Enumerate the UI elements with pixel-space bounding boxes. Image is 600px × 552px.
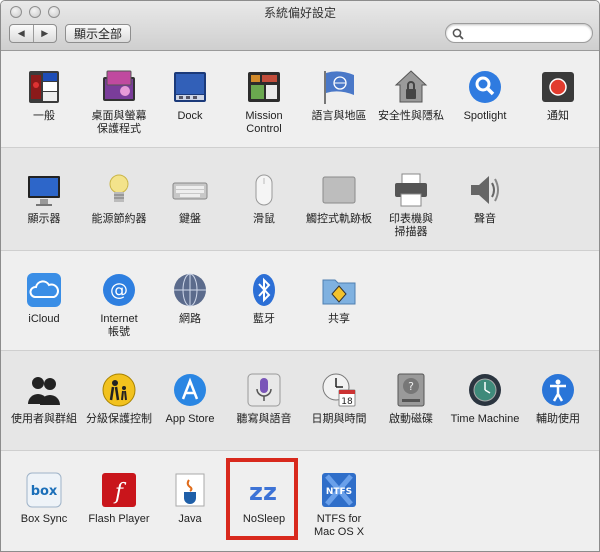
- pane-java[interactable]: Java: [152, 472, 228, 551]
- pane-startup-disk[interactable]: ? 啟動磁碟: [373, 372, 449, 462]
- security-privacy-icon: [394, 70, 428, 103]
- ntfs-icon: NTFS: [322, 473, 356, 507]
- hardware-section: 顯示器 能源節約器 鍵盤 滑鼠 觸控式軌跡板 印表機與 掃描器 聲音: [1, 148, 599, 251]
- nosleep-highlight-box: [226, 458, 298, 540]
- app-store-icon: [174, 374, 206, 406]
- box-logo-text: box: [31, 484, 58, 499]
- accessibility-icon: [542, 374, 574, 406]
- ntfs-logo-text: NTFS: [326, 487, 352, 497]
- back-forward-group: ◀ ▶: [9, 24, 57, 43]
- svg-text:@: @: [110, 280, 128, 301]
- pane-dock[interactable]: Dock: [152, 69, 228, 159]
- startup-disk-icon: ?: [397, 373, 425, 407]
- back-button[interactable]: ◀: [10, 25, 34, 42]
- pane-label: NTFS for Mac OS X: [313, 513, 365, 538]
- pane-general[interactable]: 一般: [6, 69, 82, 159]
- pane-accessibility[interactable]: 輔助使用: [520, 372, 596, 462]
- icloud-icon: [27, 273, 61, 307]
- java-icon: [175, 473, 205, 507]
- network-icon: [174, 273, 206, 307]
- pane-box-sync[interactable]: box Box Sync: [6, 472, 82, 551]
- internet-wireless-section: iCloud @ Internet 帳號 網路 藍牙 共享: [1, 251, 599, 351]
- pane-app-store[interactable]: App Store: [152, 372, 228, 462]
- pane-flash-player[interactable]: f Flash Player: [81, 472, 157, 551]
- pane-displays[interactable]: 顯示器: [6, 172, 82, 262]
- pane-security-privacy[interactable]: 安全性與隱私: [373, 69, 449, 159]
- pane-mouse[interactable]: 滑鼠: [226, 172, 302, 262]
- time-machine-icon: [469, 374, 501, 406]
- pane-dictation-speech[interactable]: 聽寫與語音: [226, 372, 302, 462]
- language-region-icon: [324, 71, 354, 104]
- printers-scanners-icon: [395, 173, 427, 207]
- pane-ntfs[interactable]: NTFS NTFS for Mac OS X: [301, 472, 377, 551]
- search-input[interactable]: [445, 23, 593, 43]
- general-icon: [29, 71, 59, 103]
- bluetooth-icon: [253, 274, 275, 306]
- notifications-icon: [542, 72, 574, 102]
- svg-text:?: ?: [408, 380, 414, 393]
- pane-network[interactable]: 網路: [152, 272, 228, 362]
- parental-controls-icon: [102, 373, 136, 407]
- system-preferences-window: 系統偏好設定 ◀ ▶ 顯示全部 一般 桌面與螢幕 保護程式 Dock Missi…: [0, 0, 600, 552]
- system-section: 使用者與群組 分級保護控制 App Store 聽寫與語音 18 日期與時間 ?…: [1, 351, 599, 451]
- pane-label: 通知: [547, 110, 569, 122]
- forward-button[interactable]: ▶: [34, 25, 57, 42]
- pane-icloud[interactable]: iCloud: [6, 272, 82, 362]
- pane-users-groups[interactable]: 使用者與群組: [6, 372, 82, 462]
- search-icon: [452, 28, 464, 40]
- pane-spotlight[interactable]: Spotlight: [447, 69, 523, 159]
- spotlight-icon: [469, 71, 501, 103]
- mission-control-icon: [248, 72, 280, 102]
- flash-player-icon: f: [102, 473, 136, 507]
- pane-time-machine[interactable]: Time Machine: [447, 372, 523, 462]
- show-all-button[interactable]: 顯示全部: [65, 24, 131, 43]
- internet-accounts-icon: @: [103, 274, 135, 306]
- keyboard-icon: [172, 182, 208, 200]
- pane-notifications[interactable]: 通知: [520, 69, 596, 159]
- pane-mission-control[interactable]: Mission Control: [226, 69, 302, 159]
- calendar-day-number: 18: [341, 397, 353, 407]
- pane-printers-scanners[interactable]: 印表機與 掃描器: [373, 172, 449, 262]
- desktop-screensaver-icon: [103, 70, 135, 101]
- date-time-icon: 18: [322, 373, 356, 407]
- pane-date-time[interactable]: 18 日期與時間: [301, 372, 377, 462]
- dock-icon: [174, 72, 206, 102]
- sound-icon: [471, 176, 499, 204]
- box-sync-icon: box: [26, 472, 62, 508]
- pane-trackpad[interactable]: 觸控式軌跡板: [301, 172, 377, 262]
- pane-label: 聲音: [474, 213, 496, 225]
- pane-sharing[interactable]: 共享: [301, 272, 377, 362]
- pane-label: 共享: [328, 313, 350, 325]
- other-section: box Box Sync f Flash Player Java zz NoSl…: [1, 451, 599, 551]
- pane-label: 輔助使用: [536, 413, 580, 425]
- title-bar: 系統偏好設定 ◀ ▶ 顯示全部: [1, 1, 599, 51]
- dictation-speech-icon: [247, 373, 281, 407]
- energy-saver-icon: [109, 174, 129, 202]
- sharing-icon: [322, 279, 356, 305]
- mouse-icon: [255, 174, 273, 206]
- window-title: 系統偏好設定: [263, 6, 336, 20]
- personal-section: 一般 桌面與螢幕 保護程式 Dock Mission Control 語言與地區…: [1, 51, 599, 148]
- pane-keyboard[interactable]: 鍵盤: [152, 172, 228, 262]
- users-groups-icon: [28, 377, 60, 405]
- pane-sound[interactable]: 聲音: [447, 172, 523, 262]
- pane-bluetooth[interactable]: 藍牙: [226, 272, 302, 362]
- displays-icon: [28, 176, 60, 206]
- trackpad-icon: [322, 176, 356, 204]
- pane-language-region[interactable]: 語言與地區: [301, 69, 377, 159]
